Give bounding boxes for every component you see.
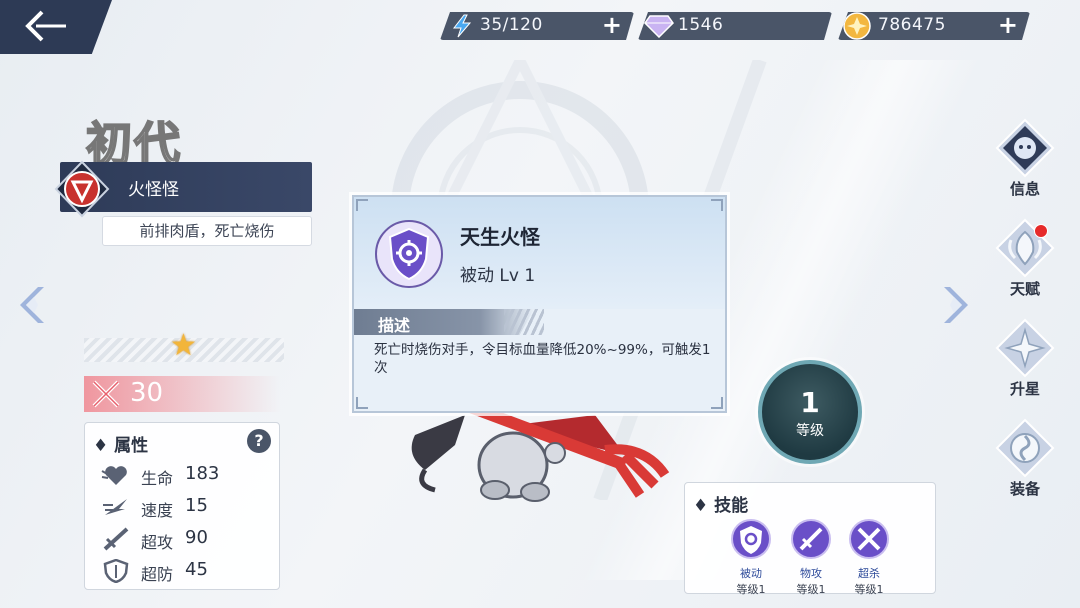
- type-name: 火怪怪: [128, 180, 179, 200]
- skill-ultimate[interactable]: 超杀 等级1: [839, 519, 899, 597]
- energy-resource: 35/120 +: [440, 12, 634, 40]
- physical-attack-skill-icon: [791, 519, 831, 559]
- type-description: 前排肉盾，死亡烧伤: [102, 216, 312, 246]
- info-character-icon: [995, 118, 1055, 178]
- shield-icon: [103, 559, 129, 583]
- passive-skill-icon: [731, 519, 771, 559]
- skill-name: 天生火怪: [460, 225, 540, 249]
- menu-label: 天赋: [1009, 280, 1040, 298]
- menu-star-up[interactable]: 升星: [990, 318, 1060, 399]
- back-button[interactable]: [0, 0, 112, 54]
- passive-skill-emblem-icon: [375, 220, 443, 288]
- corner-decoration: [711, 199, 723, 211]
- sword-icon: [103, 527, 129, 551]
- back-arrow-icon: [25, 10, 66, 42]
- help-button[interactable]: ?: [247, 429, 271, 453]
- skills-panel: ♦ 技能 被动 等级1 物攻 等级1 超杀 等级1: [684, 482, 936, 597]
- speed-wing-icon: [103, 499, 127, 515]
- heart-wing-icon: [101, 466, 127, 485]
- skill-name: 物攻: [800, 567, 822, 580]
- attr-name: 速度: [141, 501, 174, 520]
- diamond-resource: 1546: [638, 12, 832, 40]
- star-up-icon: [995, 318, 1055, 378]
- diamond-icon: [644, 14, 674, 38]
- attr-row-super-attack: 超攻 90: [101, 525, 271, 553]
- attr-value: 45: [185, 559, 208, 580]
- add-energy-button[interactable]: +: [602, 13, 622, 37]
- notification-dot: [1034, 224, 1048, 238]
- description-label: 描述: [378, 316, 411, 335]
- menu-label: 装备: [1009, 480, 1040, 498]
- attr-name: 超攻: [141, 533, 174, 552]
- skill-level: 等级1: [796, 583, 826, 596]
- gold-value: 786475: [878, 15, 946, 35]
- skill-name: 被动: [740, 567, 762, 580]
- talent-icon: [995, 218, 1055, 278]
- attributes-panel: ♦ 属性 ? 生命 183 速度 15 超攻 90 超防 45: [84, 422, 280, 590]
- description-text: 死亡时烧伤对手，令目标血量降低20%~99%，可触发1次: [374, 342, 711, 376]
- attr-row-super-defense: 超防 45: [101, 557, 271, 585]
- menu-label: 信息: [1009, 180, 1040, 198]
- equipment-icon: [995, 418, 1055, 478]
- lightning-icon: [450, 14, 474, 38]
- level-number: 1: [800, 386, 820, 419]
- menu-label: 升星: [1009, 380, 1040, 398]
- star-icon: ★: [170, 328, 197, 363]
- skill-level: 等级1: [854, 583, 884, 596]
- skill-name: 超杀: [858, 567, 880, 580]
- skill-physical-attack[interactable]: 物攻 等级1: [781, 519, 841, 597]
- skill-detail-popup: 天生火怪 被动 Lv 1 描述 死亡时烧伤对手，令目标血量降低20%~99%，可…: [352, 195, 727, 413]
- ultimate-skill-icon: [849, 519, 889, 559]
- skill-passive[interactable]: 被动 等级1: [721, 519, 781, 597]
- menu-info[interactable]: 信息: [990, 118, 1060, 199]
- attr-row-speed: 速度 15: [101, 493, 271, 521]
- fire-type-emblem-icon: [54, 160, 110, 218]
- diamond-value: 1546: [678, 15, 724, 35]
- skill-level: 被动 Lv 1: [460, 266, 536, 286]
- description-stripes: [504, 309, 544, 335]
- level-label: 等级: [796, 423, 824, 439]
- skill-level: 等级1: [736, 583, 766, 596]
- power-value: 30: [130, 378, 164, 408]
- energy-value: 35/120: [480, 15, 543, 35]
- menu-equipment[interactable]: 装备: [990, 418, 1060, 499]
- corner-decoration: [356, 199, 368, 211]
- attr-value: 183: [185, 463, 220, 484]
- menu-talent[interactable]: 天赋: [990, 218, 1060, 299]
- gold-resource: 786475 +: [838, 12, 1030, 40]
- next-character-arrow-icon[interactable]: [940, 285, 974, 325]
- attributes-header: ♦ 属性: [93, 436, 149, 456]
- attr-name: 生命: [141, 469, 174, 488]
- attr-value: 90: [185, 527, 208, 548]
- previous-character-arrow-icon[interactable]: [14, 285, 48, 325]
- add-gold-button[interactable]: +: [998, 13, 1018, 37]
- skills-header: ♦ 技能: [693, 496, 749, 516]
- attr-value: 15: [185, 495, 208, 516]
- corner-decoration: [356, 397, 368, 409]
- corner-decoration: [711, 397, 723, 409]
- level-badge[interactable]: 1 等级: [758, 360, 862, 464]
- gold-coin-icon: [842, 12, 872, 40]
- attr-name: 超防: [141, 565, 174, 584]
- attr-row-hp: 生命 183: [101, 461, 271, 489]
- crossed-swords-icon: [92, 380, 120, 408]
